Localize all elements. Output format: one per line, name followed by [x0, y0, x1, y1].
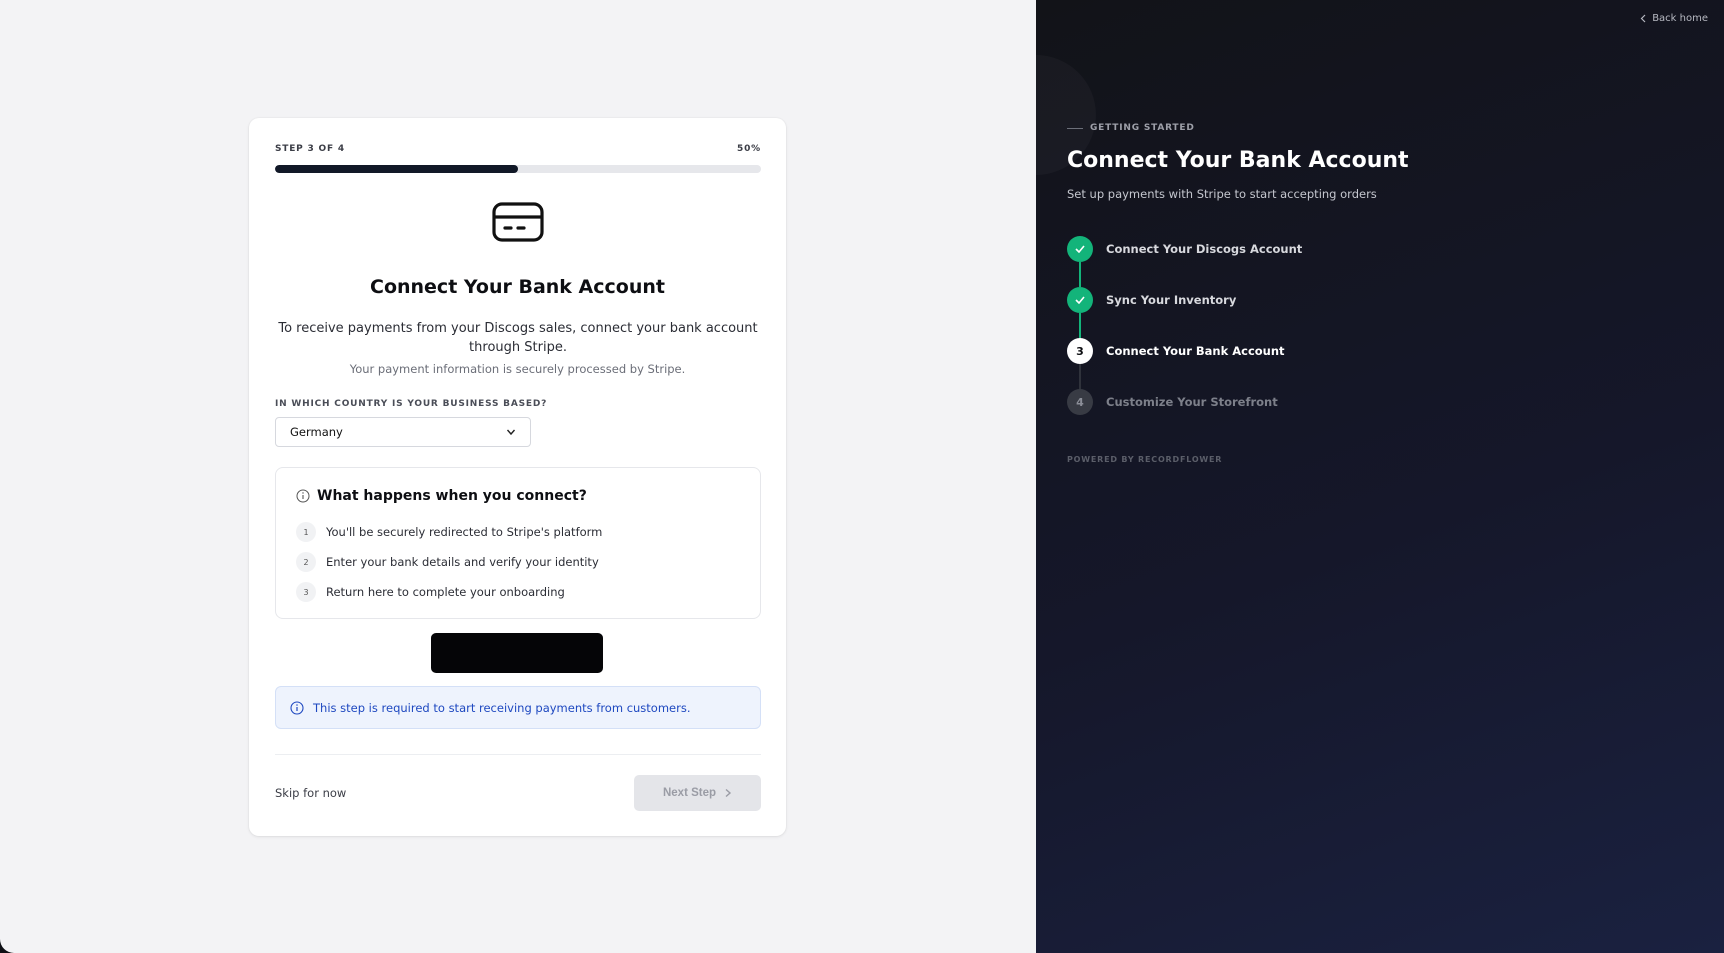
progress-bar-fill — [275, 165, 518, 173]
next-step-button[interactable]: Next Step — [634, 775, 761, 811]
step-item-inventory: Sync Your Inventory — [1067, 287, 1236, 313]
step-label: Customize Your Storefront — [1106, 395, 1278, 409]
progress-header: STEP 3 OF 4 50% — [275, 144, 761, 154]
skip-link[interactable]: Skip for now — [275, 786, 346, 800]
item-text: Return here to complete your onboarding — [326, 585, 565, 599]
item-number: 3 — [296, 582, 316, 602]
info-box-header: What happens when you connect? — [296, 488, 587, 504]
info-icon — [290, 700, 304, 715]
card-description: To receive payments from your Discogs sa… — [278, 321, 758, 355]
item-text: Enter your bank details and verify your … — [326, 555, 599, 569]
check-icon — [1067, 287, 1093, 313]
main-panel: STEP 3 OF 4 50% Connect Your Bank Accoun… — [0, 0, 1036, 953]
country-label: IN WHICH COUNTRY IS YOUR BUSINESS BASED? — [275, 399, 548, 409]
credit-card-icon — [492, 202, 544, 242]
country-selected-value: Germany — [290, 425, 343, 439]
country-select[interactable]: Germany — [275, 417, 531, 447]
sidebar-eyebrow: GETTING STARTED — [1067, 123, 1195, 133]
info-list-item: 3 Return here to complete your onboardin… — [296, 582, 565, 602]
next-step-label: Next Step — [662, 787, 717, 799]
step-item-storefront: 4 Customize Your Storefront — [1067, 389, 1278, 415]
onboarding-card: STEP 3 OF 4 50% Connect Your Bank Accoun… — [249, 118, 786, 836]
connect-info-box: What happens when you connect? 1 You'll … — [275, 467, 761, 619]
powered-by: POWERED BY RECORDFLOWER — [1067, 455, 1223, 464]
progress-percent: 50% — [737, 144, 761, 154]
info-list-item: 2 Enter your bank details and verify you… — [296, 552, 599, 572]
chevron-down-icon — [506, 429, 516, 436]
info-box-title: What happens when you connect? — [317, 488, 587, 504]
card-subtext: Your payment information is securely pro… — [349, 362, 686, 376]
sidebar-panel: Back home GETTING STARTED Connect Your B… — [1036, 0, 1724, 953]
connect-stripe-button[interactable] — [431, 633, 603, 673]
back-home-label: Back home — [1652, 13, 1708, 24]
step-number: 3 — [1067, 338, 1093, 364]
info-list-item: 1 You'll be securely redirected to Strip… — [296, 522, 602, 542]
step-label: Connect Your Bank Account — [1106, 344, 1285, 358]
step-item-discogs: Connect Your Discogs Account — [1067, 236, 1302, 262]
info-icon — [296, 489, 310, 503]
step-item-bank: 3 Connect Your Bank Account — [1067, 338, 1285, 364]
step-label: Sync Your Inventory — [1106, 293, 1237, 307]
eyebrow-text: GETTING STARTED — [1090, 123, 1195, 133]
footer-divider — [275, 754, 761, 755]
eyebrow-line — [1067, 127, 1083, 129]
sidebar-title: Connect Your Bank Account — [1067, 148, 1409, 173]
step-number: 4 — [1067, 389, 1093, 415]
sidebar-subtitle: Set up payments with Stripe to start acc… — [1067, 187, 1377, 201]
step-connector — [1079, 364, 1081, 389]
card-title: Connect Your Bank Account — [370, 276, 665, 298]
check-icon — [1067, 236, 1093, 262]
item-number: 2 — [296, 552, 316, 572]
required-notice: This step is required to start receiving… — [275, 686, 761, 729]
step-indicator: STEP 3 OF 4 — [275, 144, 345, 154]
notice-text: This step is required to start receiving… — [313, 700, 691, 715]
back-home-link[interactable]: Back home — [1640, 13, 1708, 24]
item-number: 1 — [296, 522, 316, 542]
step-connector — [1079, 262, 1081, 287]
step-label: Connect Your Discogs Account — [1106, 242, 1303, 256]
item-text: You'll be securely redirected to Stripe'… — [326, 525, 603, 539]
chevron-left-icon — [1640, 14, 1646, 23]
chevron-right-icon — [725, 788, 732, 798]
step-connector — [1079, 313, 1081, 338]
progress-bar — [275, 165, 761, 173]
